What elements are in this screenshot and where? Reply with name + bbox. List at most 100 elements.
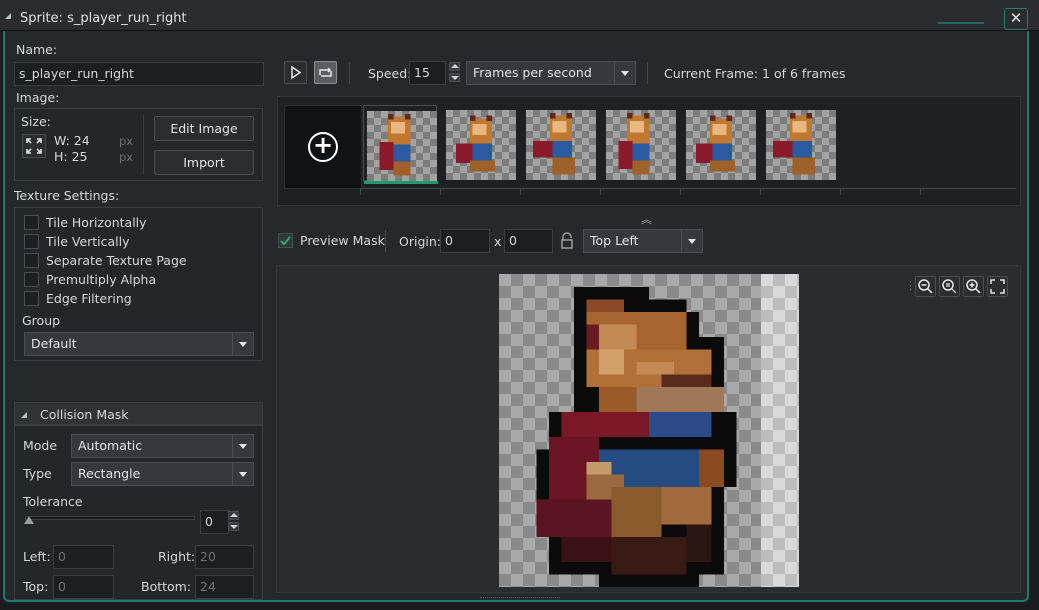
frame-thumbnail-5[interactable] [683, 105, 757, 181]
close-button[interactable]: ✕ [1004, 8, 1028, 30]
group-dropdown[interactable]: Default [24, 332, 254, 356]
speed-decrement-icon[interactable] [449, 73, 460, 82]
tolerance-slider-track[interactable] [25, 516, 195, 520]
origin-x-input[interactable]: 0 [440, 229, 490, 253]
divider [143, 115, 144, 175]
origin-separator: x [494, 234, 502, 249]
preview-mask-checkbox[interactable] [278, 233, 293, 248]
mask-top-input[interactable]: 0 [53, 575, 114, 599]
frame-thumbnail-6[interactable] [763, 105, 837, 181]
frame-thumbnail-1[interactable] [363, 105, 438, 184]
timeline-tick [600, 188, 601, 195]
tile-horizontally-label: Tile Horizontally [46, 215, 147, 230]
mode-dropdown-value: Automatic [78, 438, 143, 453]
speed-increment-icon[interactable] [449, 62, 460, 71]
mode-dropdown[interactable]: Automatic [71, 434, 254, 458]
selected-frame-indicator [364, 181, 438, 184]
timeline-tick [920, 188, 921, 195]
tolerance-decrement-icon[interactable] [228, 522, 239, 531]
timeline-tick [840, 188, 841, 195]
toolbar-separator [349, 62, 350, 84]
timeline-ruler [360, 188, 1016, 189]
speed-input[interactable]: 15 [409, 61, 446, 85]
mask-right-label: Right: [158, 549, 196, 564]
edge-filtering-label: Edge Filtering [46, 291, 132, 306]
premultiply-alpha-label: Premultiply Alpha [46, 272, 157, 287]
lock-icon[interactable] [560, 232, 574, 249]
resize-grip[interactable] [480, 597, 560, 600]
title-bar[interactable]: Sprite: s_player_run_right ✕ [0, 0, 1039, 31]
sprite-editor-window: Sprite: s_player_run_right ✕ Name: s_pla… [0, 0, 1039, 610]
loop-button[interactable] [314, 61, 337, 84]
frame-image [526, 110, 596, 180]
chevron-down-icon[interactable] [681, 230, 702, 252]
tolerance-increment-icon[interactable] [228, 511, 239, 520]
mask-left-input[interactable]: 0 [53, 545, 114, 569]
speed-unit-value: Frames per second [473, 65, 592, 80]
zoom-out-button[interactable] [915, 276, 936, 297]
edge-filtering-checkbox[interactable] [24, 291, 39, 306]
separate-texture-page-checkbox[interactable] [24, 253, 39, 268]
timeline-tick [760, 188, 761, 195]
height-unit: px [119, 150, 134, 164]
title-notch [938, 6, 984, 24]
checkmark-icon [280, 236, 291, 246]
zoom-reset-icon [942, 279, 957, 294]
zoom-in-icon [966, 279, 981, 294]
width-unit: px [119, 134, 134, 148]
properties-panel: Name: s_player_run_right Image: Size: W:… [8, 35, 267, 600]
frame-image [367, 111, 437, 181]
timeline-tick [440, 188, 441, 195]
premultiply-alpha-checkbox[interactable] [24, 272, 39, 287]
texture-settings-label: Texture Settings: [14, 188, 120, 203]
play-button[interactable] [284, 61, 307, 84]
player-sprite-image [536, 286, 737, 587]
loop-icon [319, 67, 332, 77]
image-box: Size: W: 24 H: 25 px px Edit Image Impor… [14, 108, 263, 181]
import-button[interactable]: Import [154, 150, 254, 175]
mask-left-label: Left: [23, 549, 51, 564]
add-frame-button[interactable]: + [284, 105, 362, 189]
frame-image [766, 110, 836, 180]
zoom-reset-button[interactable] [939, 276, 960, 297]
edit-image-button[interactable]: Edit Image [154, 116, 254, 141]
chevron-down-icon[interactable] [232, 435, 253, 457]
tile-vertically-checkbox[interactable] [24, 234, 39, 249]
window-title: Sprite: s_player_run_right [20, 11, 187, 26]
mask-bottom-input[interactable]: 24 [195, 575, 254, 599]
type-label: Type [23, 466, 52, 481]
resize-icon[interactable] [22, 134, 46, 158]
chevron-down-icon[interactable] [232, 333, 253, 355]
mask-right-input[interactable]: 20 [195, 545, 254, 569]
speed-label: Speed: [368, 66, 412, 81]
sprite-canvas[interactable]: ⋮ [276, 265, 1021, 593]
current-frame-text: Current Frame: 1 of 6 frames [664, 66, 846, 81]
name-input[interactable]: s_player_run_right [14, 62, 264, 86]
origin-preset-value: Top Left [590, 233, 639, 248]
zoom-in-button[interactable] [963, 276, 984, 297]
speed-unit-dropdown[interactable]: Frames per second [466, 61, 636, 85]
frame-thumbnail-4[interactable] [603, 105, 677, 181]
collapse-triangle-icon[interactable] [5, 13, 11, 19]
tolerance-slider-handle[interactable] [24, 516, 34, 524]
frame-strip: + [277, 96, 1021, 206]
collision-mask-header[interactable]: Collision Mask [14, 402, 263, 425]
group-dropdown-value: Default [31, 336, 77, 351]
origin-preset-dropdown[interactable]: Top Left [583, 229, 703, 253]
frame-thumbnail-2[interactable] [443, 105, 517, 181]
chevron-down-icon[interactable] [614, 62, 635, 84]
play-icon [291, 65, 302, 80]
type-dropdown[interactable]: Rectangle [71, 462, 254, 486]
chevron-down-icon[interactable] [232, 463, 253, 485]
collapse-triangle-icon[interactable] [21, 412, 27, 418]
tile-horizontally-checkbox[interactable] [24, 215, 39, 230]
tolerance-input[interactable]: 0 [200, 510, 229, 534]
frame-thumbnail-3[interactable] [523, 105, 597, 181]
frame-image [606, 110, 676, 180]
fit-to-screen-button[interactable] [987, 276, 1008, 297]
frame-image [686, 110, 756, 180]
zoom-out-icon [918, 279, 933, 294]
timeline-tick [680, 188, 681, 195]
collapse-chevron-up-icon[interactable]: ︽ [641, 211, 652, 227]
origin-y-input[interactable]: 0 [504, 229, 553, 253]
